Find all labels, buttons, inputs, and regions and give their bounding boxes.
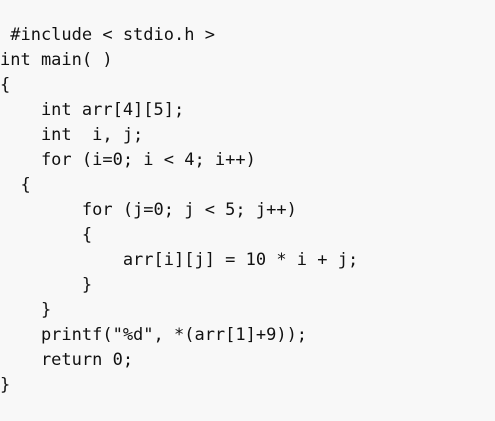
- code-line: return 0;: [0, 350, 134, 370]
- code-line: {: [0, 75, 11, 95]
- code-line: for (j=0; j < 5; j++): [0, 200, 297, 220]
- code-line: }: [0, 300, 52, 320]
- code-line: for (i=0; i < 4; i++): [0, 150, 256, 170]
- code-line: arr[i][j] = 10 * i + j;: [0, 250, 359, 270]
- code-block: #include < stdio.h > int main( ) { int a…: [0, 0, 495, 421]
- code-line: }: [0, 375, 11, 395]
- code-line: }: [0, 275, 93, 295]
- code-line: int main( ): [0, 50, 113, 70]
- code-line: int arr[4][5];: [0, 100, 185, 120]
- code-line: printf("%d", *(arr[1]+9));: [0, 325, 308, 345]
- code-line: {: [0, 175, 31, 195]
- code-line: {: [0, 225, 93, 245]
- code-line: #include < stdio.h >: [0, 25, 215, 45]
- code-line: int i, j;: [0, 125, 144, 145]
